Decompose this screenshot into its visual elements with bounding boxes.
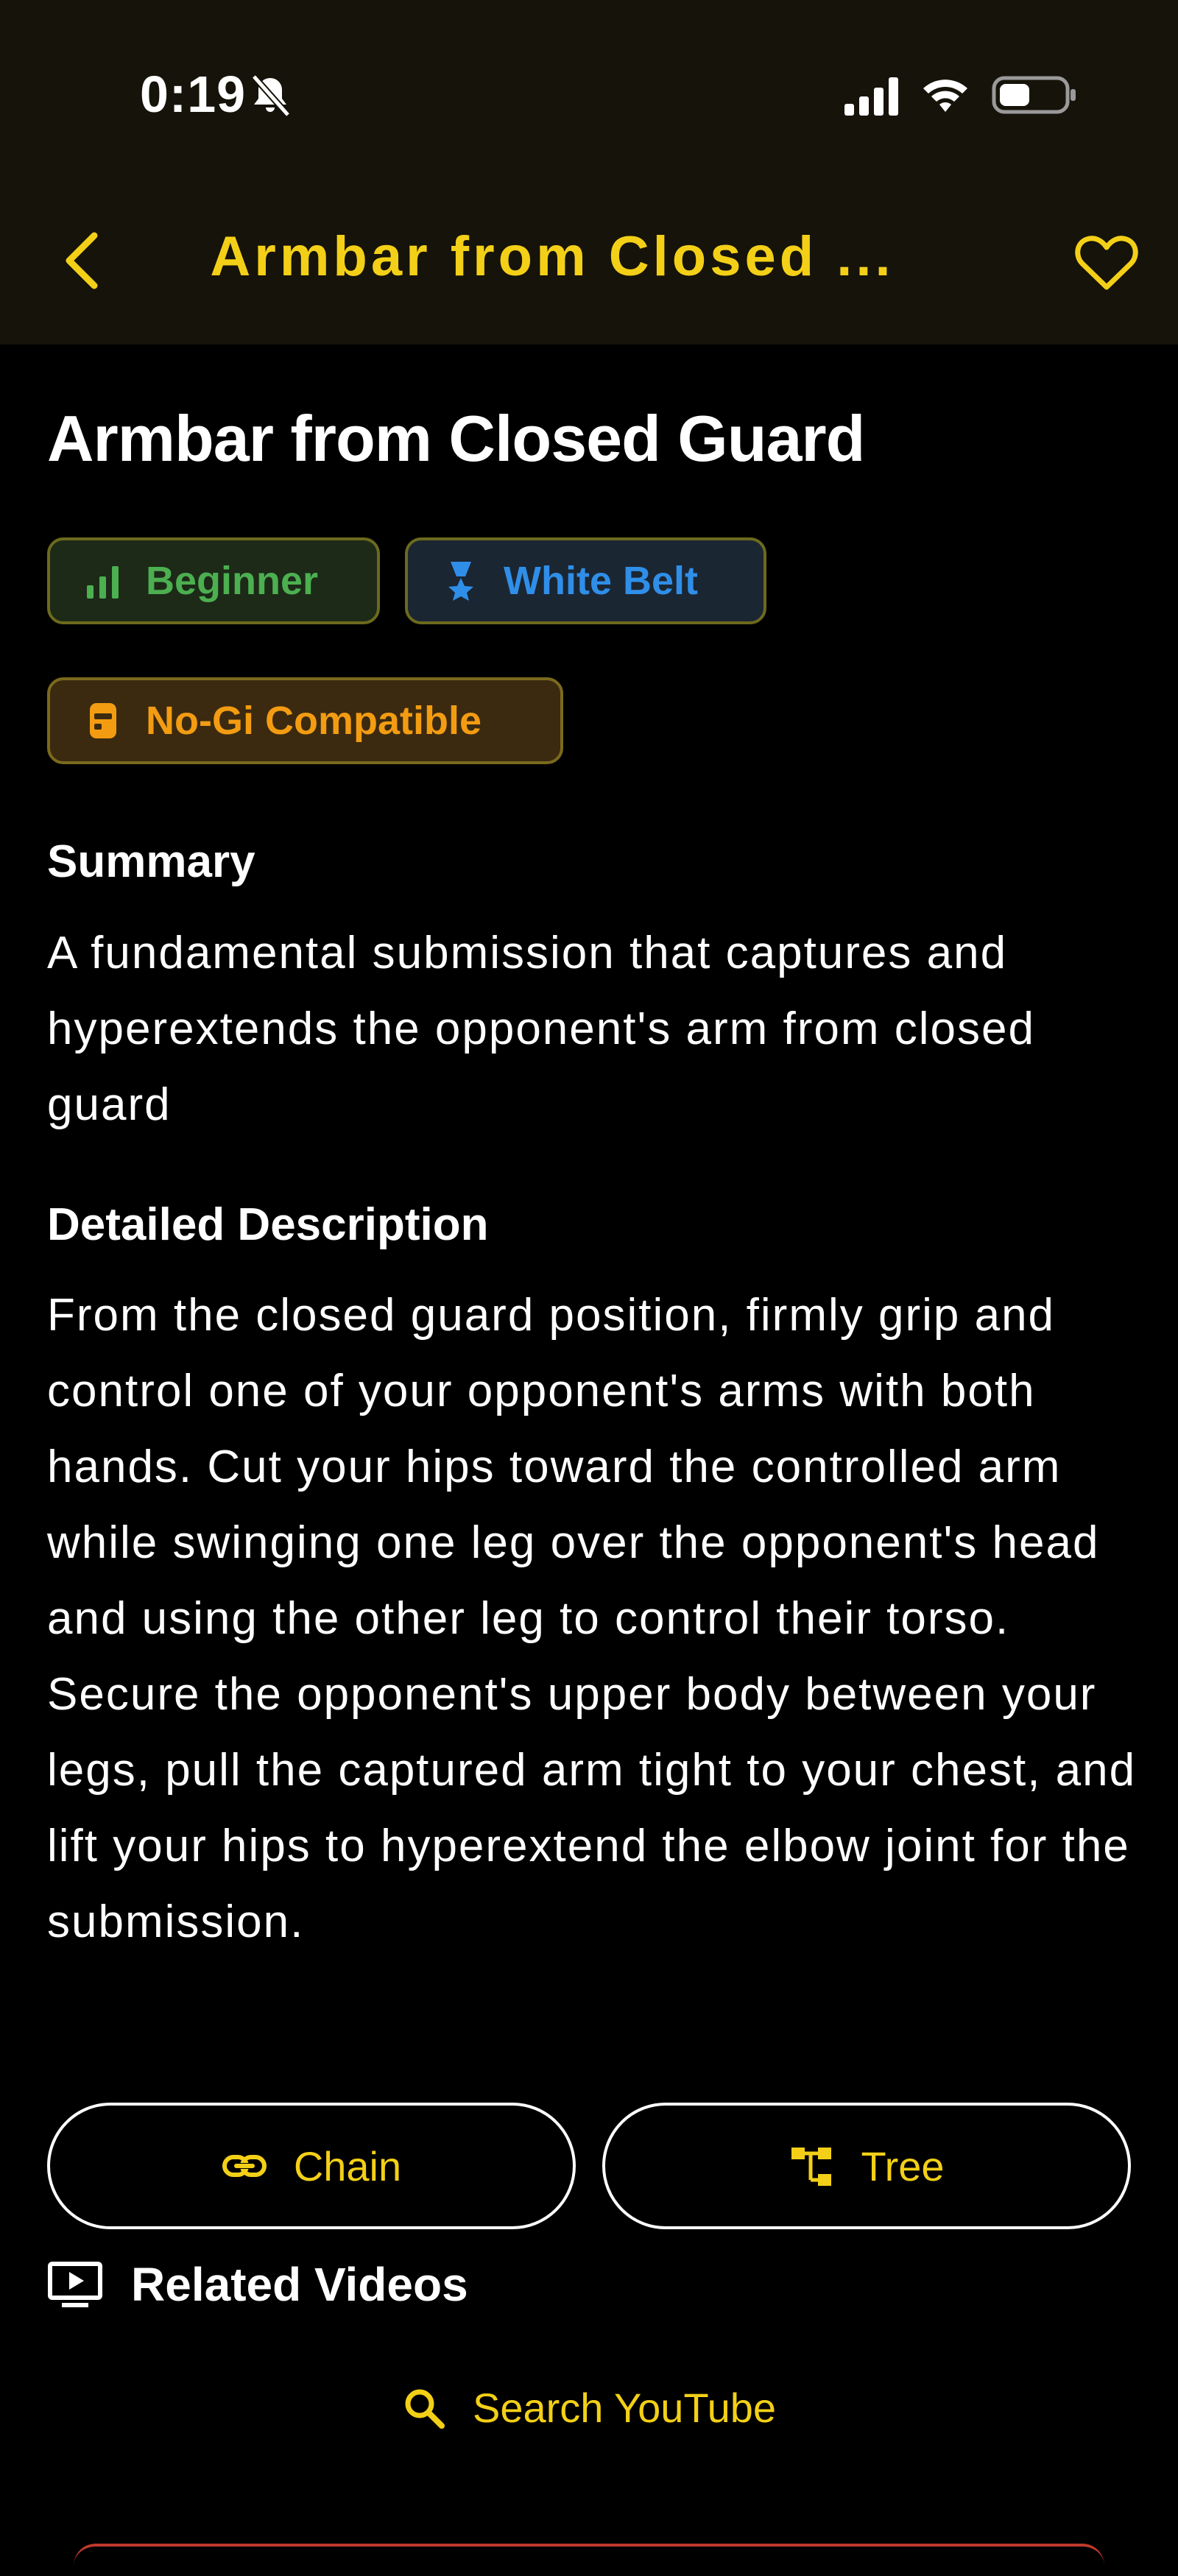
partial-card-edge — [74, 2544, 1104, 2576]
search-icon — [405, 2389, 445, 2429]
video-player-icon — [48, 2262, 102, 2307]
belt-chip: White Belt — [405, 537, 766, 624]
bar-chart-icon — [87, 566, 119, 599]
summary-text: A fundamental submission that captures a… — [47, 928, 1035, 1130]
wifi-icon — [923, 80, 967, 112]
link-icon — [222, 2155, 267, 2177]
search-youtube-link[interactable]: Search YouTube — [0, 2384, 1178, 2432]
heart-icon[interactable] — [1075, 234, 1138, 292]
page-title: Armbar from Closed Guard — [47, 402, 865, 475]
top-bar: 0:19 Armbar from Closed ... — [0, 0, 1178, 345]
nogi-chip: No-Gi Compatible — [47, 677, 563, 764]
status-time: 0:19 — [140, 66, 247, 123]
shirt-icon — [90, 703, 116, 738]
level-chip: Beginner — [47, 537, 380, 624]
summary-heading: Summary — [47, 836, 255, 887]
tree-button-label: Tree — [861, 2142, 945, 2189]
battery-icon — [992, 76, 1076, 114]
signal-icon — [844, 77, 898, 116]
belt-chip-label: White Belt — [504, 559, 698, 603]
tree-structure-icon — [791, 2148, 832, 2186]
medal-icon — [448, 562, 473, 601]
description-text: From the closed guard position, firmly g… — [47, 1290, 1137, 1947]
nogi-chip-label: No-Gi Compatible — [146, 699, 482, 743]
related-videos-header: Related Videos — [47, 2257, 468, 2312]
search-youtube-label: Search YouTube — [472, 2385, 777, 2431]
level-chip-label: Beginner — [146, 559, 319, 603]
nav-title: Armbar from Closed ... — [210, 225, 895, 288]
bell-slash-icon — [251, 74, 291, 117]
description-heading: Detailed Description — [47, 1199, 489, 1250]
chain-button[interactable]: Chain — [47, 2103, 576, 2229]
chevron-left-icon[interactable] — [59, 230, 106, 292]
related-videos-title: Related Videos — [131, 2258, 468, 2311]
chain-button-label: Chain — [293, 2142, 402, 2189]
tree-button[interactable]: Tree — [602, 2103, 1131, 2229]
